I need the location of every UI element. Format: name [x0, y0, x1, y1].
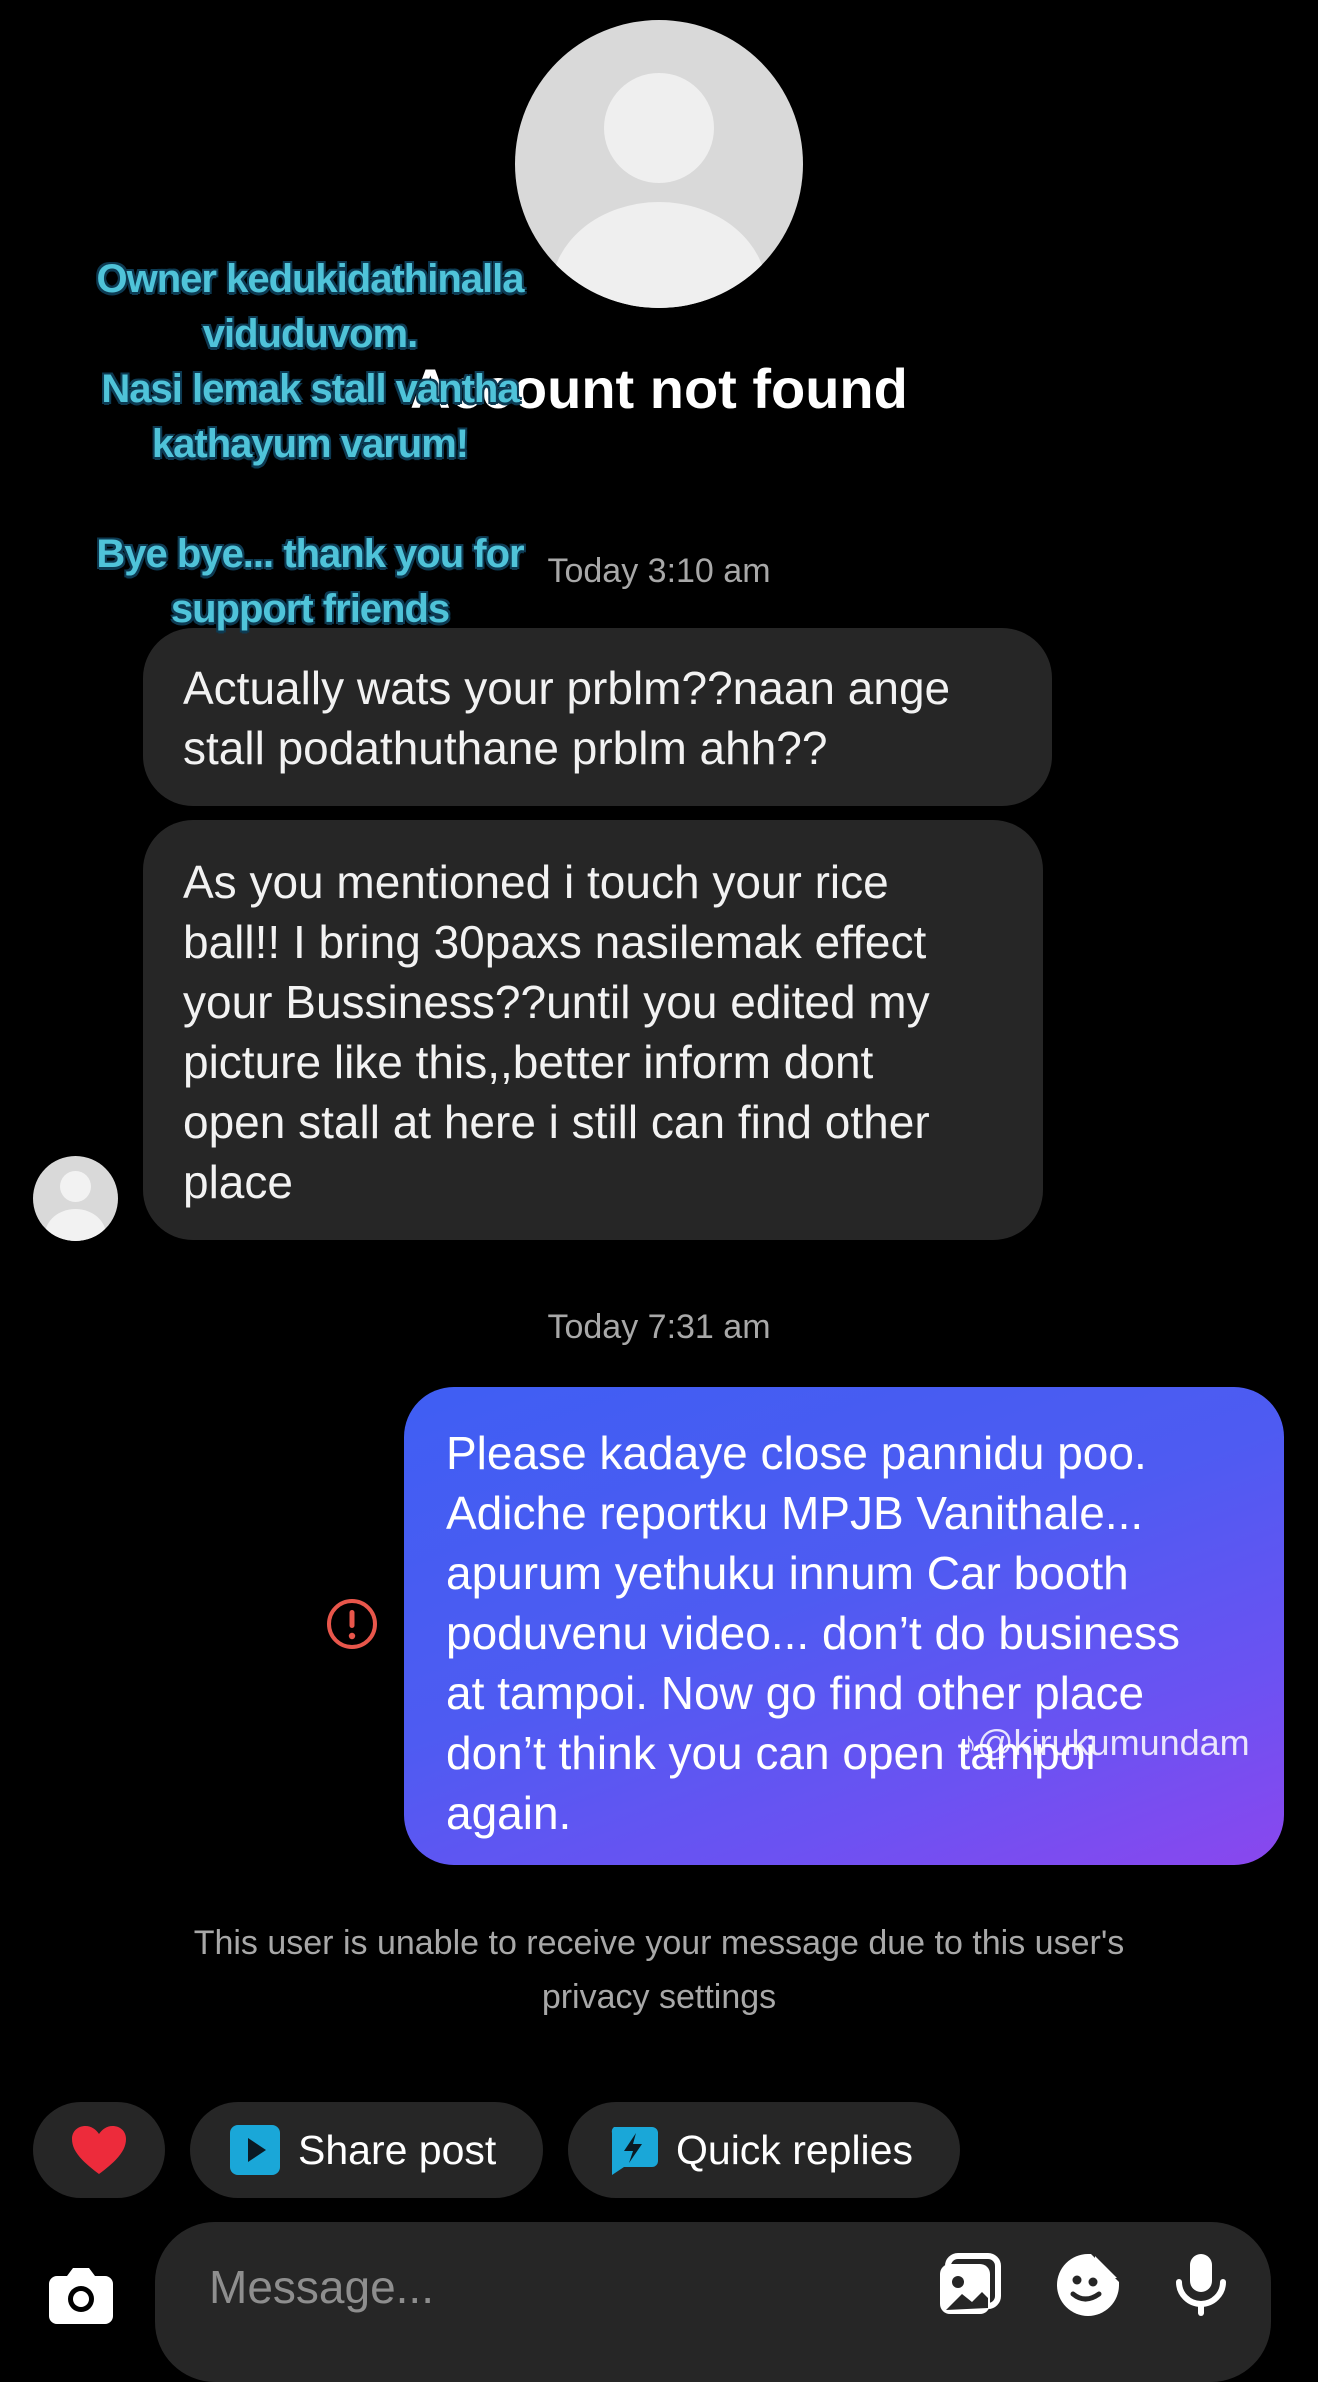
- sent-message[interactable]: Please kadaye close pannidu poo. Adiche …: [404, 1387, 1284, 1865]
- camera-button[interactable]: [35, 2250, 127, 2342]
- overlay-caption: Owner kedukidathinalla viduduvom. Nasi l…: [96, 257, 524, 631]
- avatar-head-shape: [604, 73, 714, 183]
- sticker-button[interactable]: [1053, 2250, 1123, 2320]
- share-post-label: Share post: [298, 2126, 497, 2173]
- tiktok-icon: ♪: [960, 1725, 977, 1763]
- camera-icon: [49, 2268, 113, 2324]
- heart-icon: [72, 2126, 126, 2174]
- error-icon[interactable]: [326, 1598, 378, 1650]
- microphone-icon: [1176, 2254, 1226, 2316]
- share-post-icon: [230, 2125, 280, 2175]
- watermark-handle: @kirukumundam: [977, 1722, 1250, 1763]
- share-post-button[interactable]: Share post: [190, 2102, 543, 2198]
- received-message[interactable]: Actually wats your prblm??naan ange stal…: [143, 628, 1052, 806]
- delivery-notice: This user is unable to receive your mess…: [193, 1924, 1125, 2016]
- gallery-button[interactable]: [938, 2250, 1008, 2320]
- watermark: ♪@kirukumundam: [960, 1722, 1250, 1764]
- received-message[interactable]: As you mentioned i touch your rice ball!…: [143, 820, 1043, 1240]
- microphone-button[interactable]: [1166, 2250, 1236, 2320]
- timestamp: Today 7:31 am: [547, 1308, 771, 1346]
- message-input[interactable]: [207, 2256, 911, 2318]
- avatar-body-shape: [45, 1209, 106, 1241]
- quick-replies-icon: [611, 2127, 658, 2175]
- quick-replies-label: Quick replies: [676, 2126, 913, 2173]
- quick-replies-button[interactable]: Quick replies: [568, 2102, 960, 2198]
- gallery-icon: [940, 2253, 1001, 2314]
- sender-avatar[interactable]: [33, 1156, 118, 1241]
- avatar-head-shape: [60, 1171, 91, 1202]
- sticker-icon: [1057, 2254, 1119, 2316]
- heart-reaction-button[interactable]: [33, 2102, 165, 2198]
